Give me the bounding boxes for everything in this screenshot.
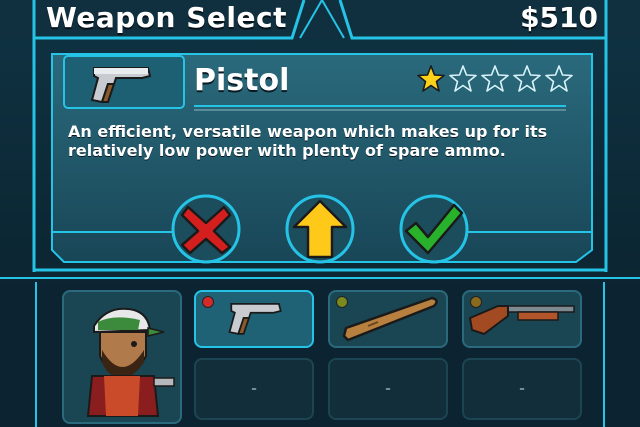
shotgun-icon bbox=[469, 305, 575, 335]
weapon-name: Pistol bbox=[194, 63, 290, 98]
star-filled-icon bbox=[417, 65, 445, 92]
weapon-description: An efficient, versatile weapon which mak… bbox=[68, 122, 548, 160]
inventory-slot-empty[interactable]: - bbox=[194, 358, 314, 420]
money-counter: $510 bbox=[520, 1, 598, 34]
star-empty-icon bbox=[481, 65, 509, 92]
empty-slot-label: - bbox=[385, 381, 391, 397]
pistol-icon bbox=[228, 303, 282, 335]
inventory-slot-pistol[interactable] bbox=[194, 290, 314, 348]
cancel-button[interactable] bbox=[170, 193, 242, 265]
inventory-slot-empty[interactable]: - bbox=[462, 358, 582, 420]
empty-slot-label: - bbox=[519, 381, 525, 397]
pistol-icon bbox=[90, 67, 152, 104]
slot-indicator-dot bbox=[202, 296, 214, 308]
star-empty-icon bbox=[513, 65, 541, 92]
screen-title: Weapon Select bbox=[46, 1, 287, 34]
inventory-slot-empty[interactable]: - bbox=[328, 358, 448, 420]
survivor-character bbox=[86, 307, 175, 417]
empty-slot-label: - bbox=[251, 381, 257, 397]
inventory-slot-shotgun[interactable] bbox=[462, 290, 582, 348]
weapon-rating bbox=[416, 64, 580, 98]
confirm-button[interactable] bbox=[398, 193, 470, 265]
inventory-slot-bat[interactable] bbox=[328, 290, 448, 348]
star-empty-icon bbox=[449, 65, 477, 92]
upgrade-button[interactable] bbox=[284, 193, 356, 265]
baseball-bat-icon bbox=[342, 296, 438, 342]
star-empty-icon bbox=[545, 65, 573, 92]
character-portrait bbox=[62, 290, 182, 424]
